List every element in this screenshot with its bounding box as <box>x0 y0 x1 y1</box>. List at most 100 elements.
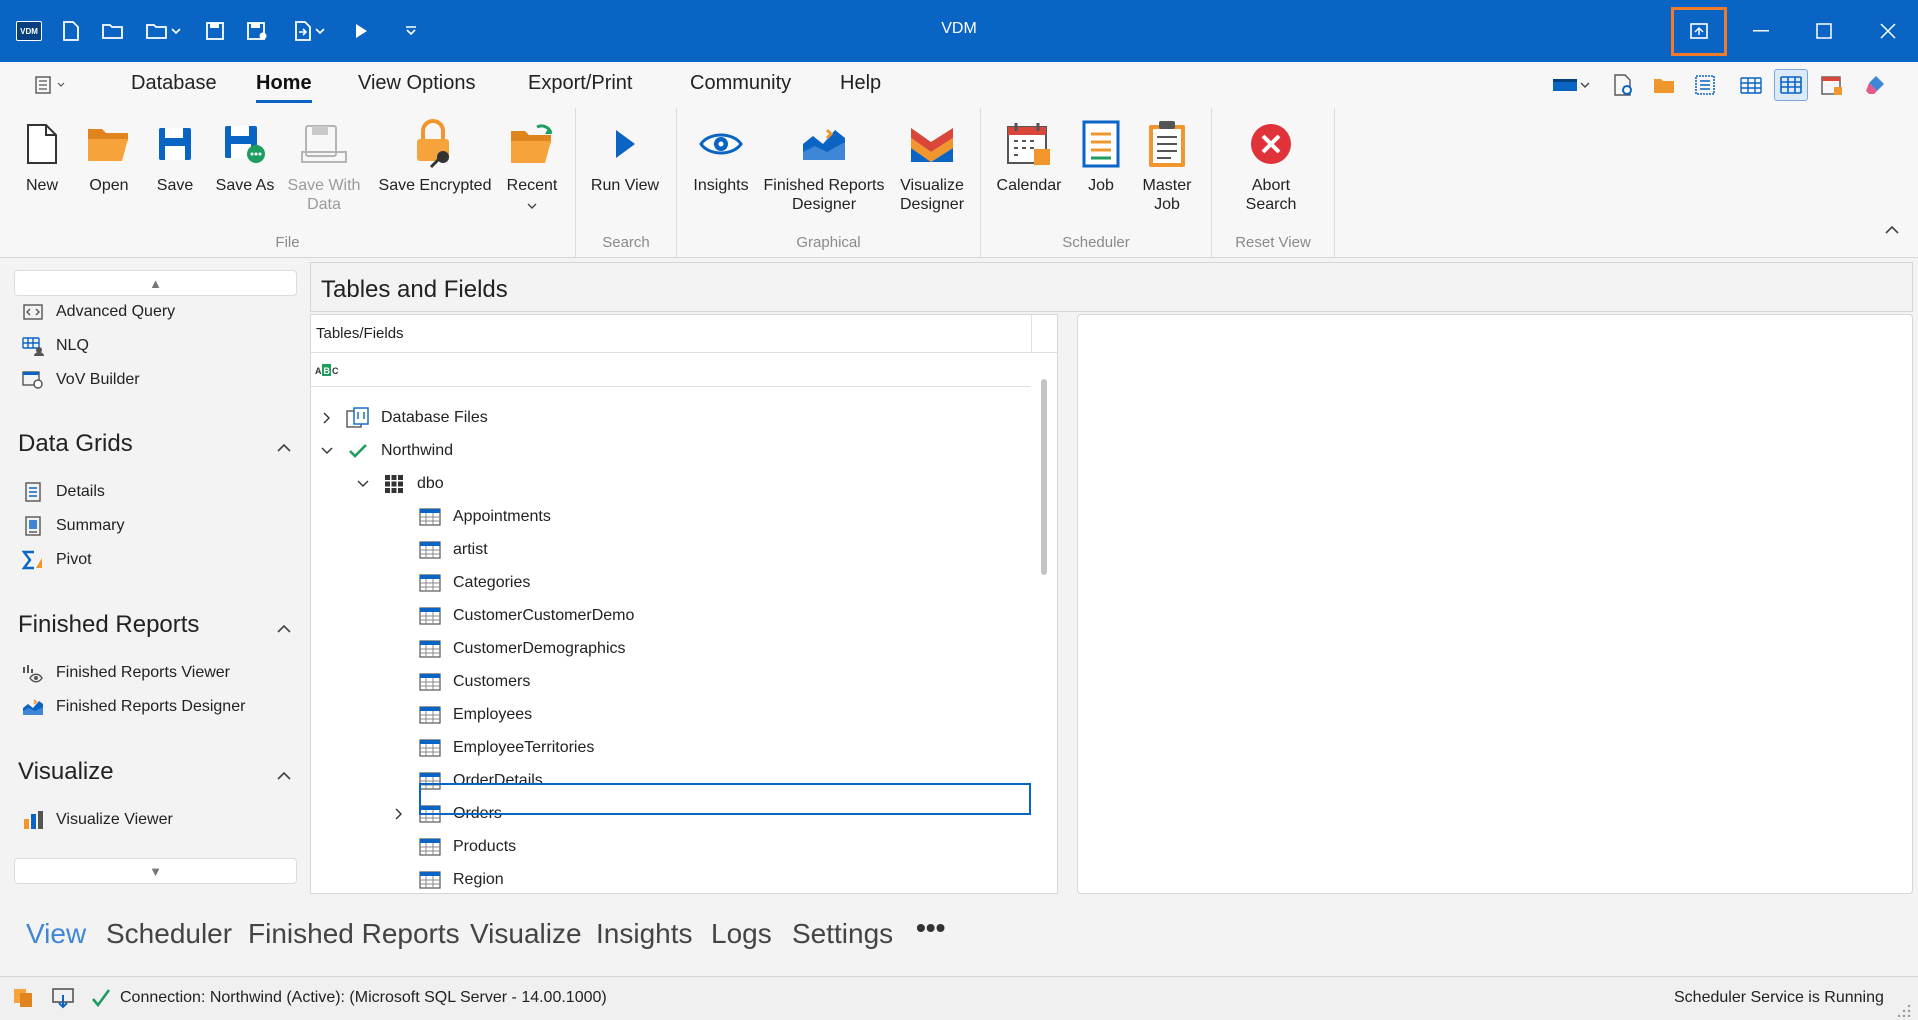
theme-color-icon[interactable] <box>1550 72 1592 98</box>
collapse-chevron-icon[interactable] <box>353 474 373 494</box>
save-as-button[interactable]: Save As <box>212 118 278 195</box>
collapse-chevron-icon[interactable] <box>317 441 337 461</box>
table-row-customercustomerdemo[interactable]: CustomerCustomerDemo <box>389 601 634 631</box>
bottom-tab-visualize[interactable]: Visualize <box>470 918 582 950</box>
tab-export-print[interactable]: Export/Print <box>528 72 632 95</box>
tab-home[interactable]: Home <box>256 72 312 103</box>
expander-placeholder <box>389 705 409 725</box>
table-row-employees[interactable]: Employees <box>389 700 532 730</box>
bottom-tab-insights[interactable]: Insights <box>596 918 693 950</box>
calendar-button[interactable]: Calendar <box>992 118 1066 195</box>
folder-icon[interactable] <box>1651 72 1677 98</box>
more-tabs-button[interactable]: ••• <box>916 912 945 944</box>
nav-heading-visualize[interactable]: Visualize <box>18 758 300 786</box>
graphical-group-label: Graphical <box>796 234 861 251</box>
collapse-ribbon-icon[interactable] <box>1884 222 1904 242</box>
new-button[interactable]: New <box>16 118 68 195</box>
app-menu-icon[interactable] <box>32 72 68 98</box>
large-grid-icon[interactable] <box>1774 69 1808 101</box>
table-row-appointments[interactable]: Appointments <box>389 502 551 532</box>
nav-item-summary[interactable]: Summary <box>22 513 124 539</box>
resize-grip-icon[interactable] <box>1897 1003 1912 1018</box>
collapse-chevron-icon[interactable] <box>276 432 292 460</box>
eraser-icon[interactable] <box>1862 72 1888 98</box>
save-button[interactable]: Save <box>150 118 200 195</box>
bottom-tab-settings[interactable]: Settings <box>792 918 893 950</box>
table-row-customers[interactable]: Customers <box>389 667 530 697</box>
run-view-button[interactable]: Run View <box>586 118 664 195</box>
small-grid-icon[interactable] <box>1738 72 1764 98</box>
database-stack-icon[interactable] <box>10 985 36 1011</box>
window-title: VDM <box>941 20 977 37</box>
connection-status: Connection: Northwind (Active): (Microso… <box>120 989 607 1006</box>
nav-scroll-down-button[interactable]: ▼ <box>14 858 297 884</box>
bottom-tab-logs[interactable]: Logs <box>711 918 772 950</box>
nav-item-nlq[interactable]: NLQ <box>22 333 89 359</box>
column-separator <box>1031 315 1032 353</box>
tree-filter-row[interactable]: ABC <box>311 353 1031 387</box>
expand-chevron-icon[interactable] <box>317 408 337 428</box>
table-row-employeeterritories[interactable]: EmployeeTerritories <box>389 733 594 763</box>
list-view-icon[interactable] <box>1692 72 1718 98</box>
minimize-button[interactable] <box>1733 10 1789 52</box>
connection-ok-icon <box>88 985 114 1011</box>
abort-search-button[interactable]: Abort Search <box>1236 118 1306 214</box>
tree-scrollbar[interactable] <box>1041 379 1047 575</box>
nav-item-details[interactable]: Details <box>22 479 105 505</box>
nav-item-finished-reports-designer[interactable]: Finished Reports Designer <box>22 694 245 720</box>
maximize-button[interactable] <box>1796 10 1852 52</box>
nav-scroll-up-button[interactable]: ▲ <box>14 270 297 296</box>
table-row-customerdemographics[interactable]: CustomerDemographics <box>389 634 626 664</box>
tab-view-options[interactable]: View Options <box>358 72 475 95</box>
page-settings-icon[interactable] <box>1610 72 1636 98</box>
tree-node-northwind[interactable]: Northwind <box>317 436 453 466</box>
nav-item-finished-reports-viewer[interactable]: Finished Reports Viewer <box>22 660 230 686</box>
master-job-button[interactable]: Master Job <box>1136 118 1198 214</box>
search-group-label: Search <box>602 234 650 251</box>
calendar-small-icon[interactable] <box>1819 72 1845 98</box>
table-name: EmployeeTerritories <box>453 739 595 756</box>
collapse-chevron-icon[interactable] <box>276 613 292 641</box>
table-name: Employees <box>453 706 533 723</box>
nav-item-vov-builder[interactable]: VoV Builder <box>22 367 140 393</box>
table-icon <box>417 638 443 660</box>
nav-item-pivot[interactable]: Pivot <box>22 547 92 573</box>
nav-item-advanced-query[interactable]: Advanced Query <box>22 299 175 325</box>
save-as-large-icon <box>221 118 269 170</box>
tab-help[interactable]: Help <box>840 72 881 95</box>
nav-item-visualize-viewer[interactable]: Visualize Viewer <box>22 807 173 833</box>
collapse-chevron-icon[interactable] <box>276 760 292 788</box>
table-row-region[interactable]: Region <box>389 865 504 893</box>
close-button[interactable] <box>1860 10 1916 52</box>
connection-monitor-icon[interactable] <box>50 985 76 1011</box>
expander-placeholder <box>389 738 409 758</box>
vov-builder-icon <box>22 369 44 391</box>
visualize-designer-button[interactable]: Visualize Designer <box>894 118 970 214</box>
table-row-categories[interactable]: Categories <box>389 568 530 598</box>
nav-heading-finished-reports[interactable]: Finished Reports <box>18 611 300 639</box>
nav-heading-data-grids[interactable]: Data Grids <box>18 430 300 458</box>
lock-key-icon <box>411 118 459 170</box>
tree-node-dbo[interactable]: dbo <box>353 469 444 499</box>
table-row-products[interactable]: Products <box>389 832 516 862</box>
recent-dropdown-icon[interactable] <box>504 196 560 215</box>
save-with-data-button[interactable]: Save With Data <box>286 118 362 214</box>
bottom-tab-view[interactable]: View <box>26 918 86 950</box>
tree-column-header[interactable]: Tables/Fields <box>311 315 1057 353</box>
save-encrypted-button[interactable]: Save Encrypted <box>374 118 496 195</box>
finished-reports-designer-button[interactable]: Finished Reports Designer <box>760 118 888 214</box>
tab-community[interactable]: Community <box>690 72 791 95</box>
schema-grid-icon <box>381 473 407 495</box>
table-row-artist[interactable]: artist <box>389 535 488 565</box>
expand-chevron-icon[interactable] <box>389 804 409 824</box>
connected-check-icon <box>345 440 371 462</box>
insights-button[interactable]: Insights <box>688 118 754 195</box>
job-button[interactable]: Job <box>1076 118 1126 195</box>
tab-database[interactable]: Database <box>131 72 217 95</box>
report-viewer-icon <box>22 662 44 684</box>
tree-node-database-files[interactable]: Database Files <box>317 403 488 433</box>
open-button[interactable]: Open <box>82 118 136 195</box>
bottom-tab-scheduler[interactable]: Scheduler <box>106 918 232 950</box>
recent-button[interactable]: Recent <box>504 118 560 215</box>
bottom-tab-finished-reports[interactable]: Finished Reports <box>248 918 460 950</box>
